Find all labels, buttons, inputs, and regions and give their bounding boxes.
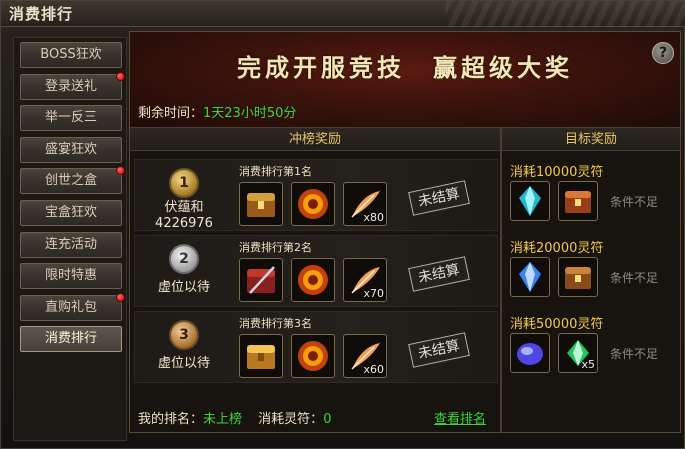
rank-reward-header: 冲榜奖励 xyxy=(130,127,500,151)
rank-player-name: 虚位以待 xyxy=(157,356,210,371)
banner: 完成开服竞技 赢超级大奖 ? 剩余时间：1天23小时50分 xyxy=(130,32,680,127)
silver-medal-icon: 2 xyxy=(169,244,199,274)
notification-dot xyxy=(116,166,125,176)
rank-player-name: 伏蕴和 xyxy=(164,200,204,215)
view-rank-link[interactable]: 查看排名 xyxy=(434,408,486,427)
notification-dot xyxy=(116,292,125,302)
spent-label: 消耗灵符： xyxy=(258,412,324,427)
crystal-icon[interactable] xyxy=(510,181,550,221)
rank-row-3: 3 虚位以待 消费排行第3名 x60 未结算 xyxy=(134,311,498,383)
sidebar-item-boss[interactable]: BOSS狂欢 xyxy=(20,42,122,68)
rank-title: 消费排行第2名 xyxy=(239,241,312,254)
sidebar-item-label: 盛宴狂欢 xyxy=(44,141,97,157)
orb-icon[interactable] xyxy=(291,334,335,378)
target-row-3: 消耗50000灵符 x5 条件不足 xyxy=(506,311,678,383)
status-stamp: 未结算 xyxy=(408,180,470,216)
target-row-2: 消耗20000灵符 条件不足 xyxy=(506,235,678,307)
item-count: x5 xyxy=(581,358,595,371)
remaining-time: 剩余时间：1天23小时50分 xyxy=(138,102,296,121)
dragon-decoration xyxy=(446,1,685,27)
sidebar-item-feast[interactable]: 盛宴狂欢 xyxy=(20,136,122,163)
sidebar-item-label: BOSS狂欢 xyxy=(40,47,102,62)
sidebar-item-login-gift[interactable]: 登录送礼 xyxy=(20,71,125,100)
status-stamp: 未结算 xyxy=(408,256,470,292)
chest-icon[interactable] xyxy=(558,181,598,221)
sidebar-item-spend-rank[interactable]: 消费排行 xyxy=(20,326,122,353)
sidebar-item-genesis-box[interactable]: 创世之盒 xyxy=(20,166,125,195)
sidebar-item-label: 创世之盒 xyxy=(44,173,97,189)
notification-dot xyxy=(116,71,125,81)
target-row-1: 消耗10000灵符 条件不足 xyxy=(506,159,678,231)
help-icon[interactable]: ? xyxy=(652,42,674,64)
sidebar-item-label: 直购礼包 xyxy=(44,299,97,315)
chest-icon[interactable] xyxy=(558,257,598,297)
sidebar-item-limited-offer[interactable]: 限时特惠 xyxy=(20,263,122,290)
main-panel: 完成开服竞技 赢超级大奖 ? 剩余时间：1天23小时50分 冲榜奖励 目标奖励 … xyxy=(129,31,681,433)
my-rank-footer: 我的排名：未上榜 消耗灵符：0 xyxy=(138,408,331,427)
feather-icon[interactable]: x70 xyxy=(343,258,387,302)
sidebar-item-treasure-box[interactable]: 宝盒狂欢 xyxy=(20,199,122,226)
banner-slogan: 完成开服竞技 赢超级大奖 xyxy=(237,53,573,82)
window-title: 消费排行 xyxy=(9,5,74,23)
sidebar-item-recharge[interactable]: 连充活动 xyxy=(20,231,122,258)
feather-icon[interactable]: x60 xyxy=(343,334,387,378)
orb-icon[interactable] xyxy=(291,258,335,302)
green-gem-icon[interactable]: x5 xyxy=(558,333,598,373)
rank-row-1: 1 伏蕴和 4226976 消费排行第1名 x80 未结算 xyxy=(134,159,498,231)
rank-player-name: 虚位以待 xyxy=(157,280,210,295)
target-title: 消耗10000灵符 xyxy=(510,165,604,180)
target-title: 消耗20000灵符 xyxy=(510,241,604,256)
column-divider xyxy=(500,127,502,433)
sidebar-item-label: 连充活动 xyxy=(44,236,97,252)
rank-title: 消费排行第3名 xyxy=(239,317,312,330)
remaining-time-value: 1天23小时50分 xyxy=(203,106,297,121)
sidebar-item-label: 举一反三 xyxy=(44,110,97,126)
gem-icon[interactable] xyxy=(510,333,550,373)
sidebar-item-juyifansan[interactable]: 举一反三 xyxy=(20,105,122,132)
bronze-medal-icon: 3 xyxy=(169,320,199,350)
condition-status: 条件不足 xyxy=(610,195,659,209)
gold-medal-icon: 1 xyxy=(169,168,199,198)
condition-status: 条件不足 xyxy=(610,271,659,285)
status-stamp: 未结算 xyxy=(408,332,470,368)
chest-icon[interactable] xyxy=(239,182,283,226)
sidebar: BOSS狂欢 登录送礼 举一反三 盛宴狂欢 创世之盒 宝盒狂欢 连充活动 限时特… xyxy=(13,37,127,441)
item-count: x80 xyxy=(363,211,384,224)
sword-chest-icon[interactable] xyxy=(239,258,283,302)
sidebar-item-label: 限时特惠 xyxy=(44,268,97,284)
target-reward-header: 目标奖励 xyxy=(502,127,680,151)
my-rank-value: 未上榜 xyxy=(203,412,243,427)
titlebar: 消费排行 xyxy=(1,1,685,27)
sidebar-item-label: 消费排行 xyxy=(44,331,97,347)
orb-icon[interactable] xyxy=(291,182,335,226)
sidebar-item-direct-pack[interactable]: 直购礼包 xyxy=(20,292,125,321)
sidebar-item-label: 宝盒狂欢 xyxy=(44,204,97,220)
crystal-icon[interactable] xyxy=(510,257,550,297)
event-window: 消费排行 BOSS狂欢 登录送礼 举一反三 盛宴狂欢 创世之盒 宝盒狂欢 连充活… xyxy=(0,0,685,449)
item-count: x60 xyxy=(363,363,384,376)
rank-title: 消费排行第1名 xyxy=(239,165,312,178)
sidebar-item-label: 登录送礼 xyxy=(44,78,97,94)
feather-icon[interactable]: x80 xyxy=(343,182,387,226)
spent-value: 0 xyxy=(323,412,332,427)
rank-row-2: 2 虚位以待 消费排行第2名 x70 未结算 xyxy=(134,235,498,307)
target-title: 消耗50000灵符 xyxy=(510,317,604,332)
remaining-time-label: 剩余时间： xyxy=(138,106,204,121)
my-rank-label: 我的排名： xyxy=(138,412,204,427)
gold-chest-icon[interactable] xyxy=(239,334,283,378)
condition-status: 条件不足 xyxy=(610,347,659,361)
item-count: x70 xyxy=(363,287,384,300)
rank-player-score: 4226976 xyxy=(155,216,213,231)
